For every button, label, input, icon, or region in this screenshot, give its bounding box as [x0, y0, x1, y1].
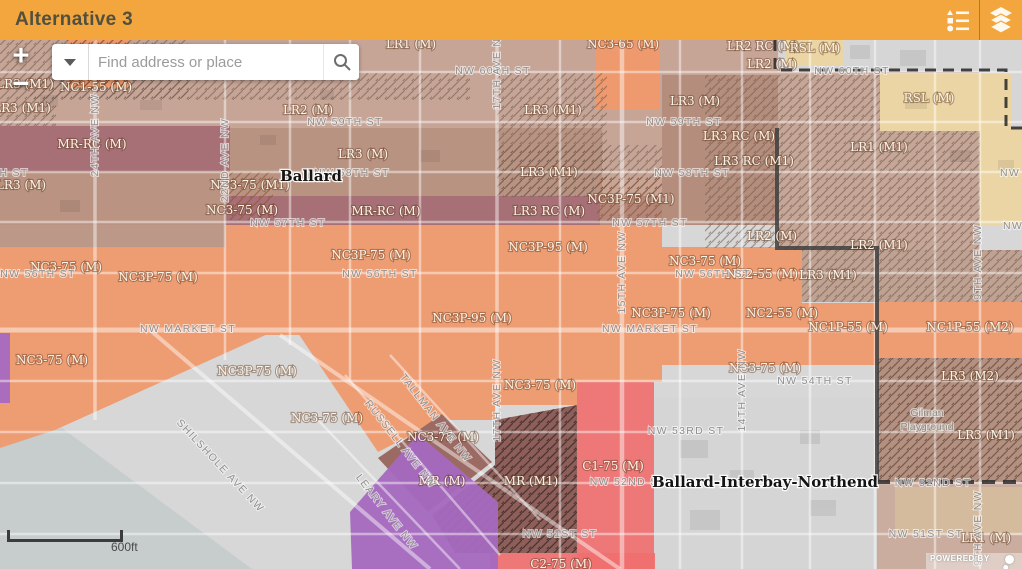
- zone-label: NC3P-75 (M): [118, 270, 198, 284]
- search-icon: [332, 52, 352, 72]
- powered-by-attribution[interactable]: POWERED BY esri: [926, 553, 1022, 569]
- zoom-out-button[interactable]: −: [8, 72, 34, 98]
- zone-label: NC3P-75 (M): [217, 364, 297, 378]
- street-label: 15TH AVE NW: [616, 231, 628, 314]
- street-label: NW 57TH ST: [612, 217, 687, 229]
- zone-label: LR3 (M1): [957, 428, 1015, 442]
- zone-label: LR3 (M): [670, 94, 720, 108]
- park-label: Gilman: [910, 407, 943, 419]
- zone-label: LR3 (M1): [524, 103, 582, 117]
- street-label: NW 57TH ST: [250, 217, 325, 229]
- park-label: Playground: [900, 421, 953, 433]
- map-canvas[interactable]: LR3 (M1)NC1-55 (M)LR3 (M1)LR1 (M)NC3-65 …: [0, 0, 1022, 569]
- zone-label: LR3 (M2): [941, 369, 999, 383]
- zone-label: NC3-75 (M): [504, 378, 576, 392]
- street-label: NW 59TH ST: [646, 116, 721, 128]
- page-title: Alternative 3: [15, 9, 133, 31]
- street-label: H ST: [0, 167, 29, 179]
- street-label: NW 54TH ST: [777, 375, 852, 387]
- chevron-down-icon: [64, 59, 76, 66]
- zone-label: LR3 RC (M): [513, 204, 585, 218]
- street-label: NW 58TH ST: [654, 167, 729, 179]
- scale-label: 600ft: [111, 540, 138, 554]
- zone-label: NC3P-75 (M): [631, 306, 711, 320]
- zone-label: LR3 RC (M): [703, 129, 775, 143]
- zone-label: MR-RC (M): [351, 204, 420, 218]
- place-label: Ballard: [280, 167, 342, 185]
- zone-label: LR2 (M): [747, 229, 797, 243]
- zone-label: NC1-55 (M): [60, 80, 132, 94]
- street-label: NW MARKET ST: [602, 323, 698, 335]
- zone-label: NC3-75 (M): [206, 203, 278, 217]
- place-label: Ballard-Interbay-Northend: [652, 473, 878, 491]
- street-label: NW: [1003, 220, 1022, 232]
- zone-label: LR2 (M): [283, 103, 333, 117]
- zone-label: NC1P-55 (M): [808, 320, 888, 334]
- legend-list-icon[interactable]: [937, 0, 979, 40]
- street-label: NW 52ND ST: [895, 477, 972, 489]
- street-label: NW 56TH ST: [342, 268, 417, 280]
- zone-label: NC3P-95 (M): [508, 240, 588, 254]
- street-label: 14TH AVE NW: [736, 349, 748, 432]
- search-dropdown-button[interactable]: [52, 44, 89, 80]
- zone-label: NC3P-95 (M): [432, 311, 512, 325]
- zone-label: LR3 (M1): [799, 268, 857, 282]
- street-label: NW 53RD ST: [648, 425, 725, 437]
- zone-label: NC3-75 (M): [291, 411, 363, 425]
- street-label: NW 56TH ST: [0, 268, 75, 280]
- zone-label: LR3 (M1): [0, 101, 51, 115]
- zone-label: NC1P-55 (M2): [926, 320, 1013, 334]
- zone-label: NC3P-75 (M1): [587, 192, 674, 206]
- scale-bar: [7, 530, 123, 542]
- street-label: 24TH AVE NW: [89, 94, 101, 177]
- header-divider: [979, 0, 980, 40]
- zone-label: NC3-75 (M): [16, 353, 88, 367]
- zoom-in-button[interactable]: +: [8, 44, 34, 70]
- zone-label: C2-75 (M): [530, 557, 592, 569]
- street-label: 9TH AVE NW: [972, 224, 984, 300]
- zone-label: LR3 (M): [338, 147, 388, 161]
- zone-label: LR1 (M1): [850, 140, 908, 154]
- street-label: NW MARKET ST: [140, 323, 236, 335]
- street-label: NW 59TH ST: [307, 116, 382, 128]
- zone-label: NC3P-75 (M): [331, 248, 411, 262]
- app-header: Alternative 3: [0, 0, 1022, 40]
- street-label: NW: [1000, 167, 1020, 179]
- zone-fill: [0, 333, 10, 403]
- zone-label: LR3 RC (M1): [714, 154, 794, 168]
- zone-label: LR2 (M): [747, 57, 797, 71]
- search-input[interactable]: [89, 44, 323, 80]
- zone-label: NC2-55 (M): [746, 306, 818, 320]
- zone-label: LR2 (M1): [850, 238, 908, 252]
- zone-label: RSL (M): [904, 91, 955, 105]
- zone-label: LR2 RC (M): [727, 39, 799, 53]
- street-label: NW 60TH ST: [814, 65, 889, 77]
- zone-label: RSL (M): [790, 41, 841, 55]
- layers-icon[interactable]: [980, 0, 1022, 40]
- street-label: NW 51ST ST: [523, 528, 598, 540]
- search-bar: [52, 44, 359, 80]
- esri-logo: esri: [956, 562, 1011, 569]
- zone-label: LR1 (M): [961, 531, 1011, 545]
- street-label: NW 51ST ST: [889, 528, 964, 540]
- street-label: 17TH AVE NW: [491, 359, 503, 442]
- zone-label: LR3 (M1): [520, 165, 578, 179]
- search-button[interactable]: [323, 44, 359, 80]
- street-label: 22ND AVE NW: [219, 118, 231, 202]
- zone-label: LR3 (M): [0, 178, 46, 192]
- zone-label: MR (M1): [504, 474, 558, 488]
- zone-label: NC3-75 (M): [669, 254, 741, 268]
- zone-label: C1-75 (M): [582, 459, 644, 473]
- street-label: NW 56TH ST: [675, 268, 750, 280]
